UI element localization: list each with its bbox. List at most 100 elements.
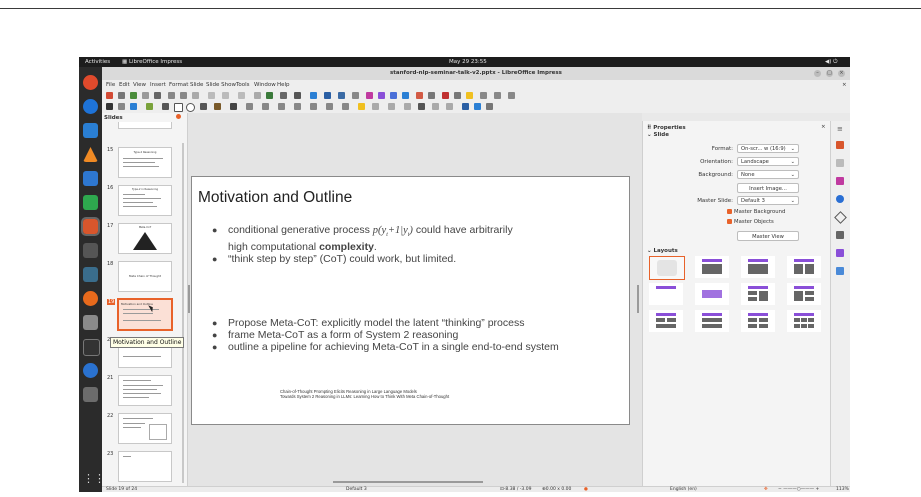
fontwork-icon[interactable] <box>338 92 345 99</box>
ellipse-icon[interactable] <box>186 103 195 112</box>
zoom-slider[interactable]: − ———○——— + <box>778 487 819 492</box>
shapes-tab-icon[interactable] <box>836 267 844 275</box>
trash-icon[interactable] <box>83 387 98 402</box>
rectangle-icon[interactable] <box>174 103 183 112</box>
system-tray-icons[interactable]: ◀) ⏻ <box>825 59 837 66</box>
hyperlink-icon[interactable] <box>454 92 461 99</box>
shape-icon[interactable] <box>480 92 487 99</box>
blender-icon[interactable] <box>83 291 98 306</box>
stars-icon[interactable] <box>326 103 333 110</box>
slide-19[interactable]: Motivation and Outline conditional gener… <box>191 176 630 425</box>
menu-slideshow[interactable]: Slide Show <box>206 82 236 88</box>
insert-image-button[interactable]: Insert Image... <box>737 183 799 193</box>
impress-icon[interactable] <box>81 217 100 236</box>
interaction-icon[interactable] <box>474 103 481 110</box>
layout-title-2-content[interactable] <box>787 256 821 278</box>
flowchart-icon[interactable] <box>294 103 301 110</box>
activities-button[interactable]: Activities <box>85 59 110 65</box>
vlc-icon[interactable] <box>83 147 98 162</box>
menu-tools[interactable]: Tools <box>236 82 250 88</box>
slide-layout-icon[interactable] <box>402 92 409 99</box>
master-slides-tab-icon[interactable] <box>834 211 847 224</box>
menu-edit[interactable]: Edit <box>119 82 130 88</box>
left-resize-handle[interactable] <box>188 285 190 313</box>
gallery-tab-icon[interactable] <box>836 231 844 239</box>
layout-blank[interactable] <box>649 256 685 280</box>
connector-icon[interactable] <box>230 103 237 110</box>
image-viewer-icon[interactable] <box>83 267 98 282</box>
master-name[interactable]: Default 3 <box>346 487 367 492</box>
layout-title-only[interactable] <box>649 283 683 305</box>
background-select[interactable]: None ⌄ <box>737 170 799 179</box>
slide-thumb-23[interactable] <box>118 451 172 482</box>
textbox-icon[interactable] <box>324 92 331 99</box>
spellcheck-icon[interactable] <box>266 92 273 99</box>
layout-title-slide[interactable] <box>695 256 729 278</box>
slide-thumb-16[interactable]: Type-2 in Reasoning <box>118 185 172 216</box>
distribute-icon[interactable] <box>404 103 411 110</box>
crop-icon[interactable] <box>432 103 439 110</box>
slide-thumb-15[interactable]: Type-2 Reasoning <box>118 147 172 178</box>
master-slide-select[interactable]: Default 3 ⌄ <box>737 196 799 205</box>
duplicate-slide-icon[interactable] <box>390 92 397 99</box>
open-icon[interactable] <box>118 92 125 99</box>
layouts-section-header[interactable]: ⌄ Layouts <box>647 248 678 254</box>
animation-icon[interactable] <box>486 103 493 110</box>
new-icon[interactable] <box>106 92 113 99</box>
align-icon[interactable] <box>372 103 379 110</box>
layout-title-content[interactable] <box>741 256 775 278</box>
zoom-level[interactable]: 113% <box>836 487 849 492</box>
arrow-icon[interactable] <box>200 103 207 110</box>
sidebar-menu-icon[interactable]: ≡ <box>837 125 843 133</box>
slide-title[interactable]: Motivation and Outline <box>198 189 352 207</box>
slide-thumb-partial[interactable] <box>118 122 172 129</box>
bullets-top[interactable]: conditional generative process p(yt+1|yt… <box>212 224 622 265</box>
master-view-button[interactable]: Master View <box>737 231 799 241</box>
master-objects-checkbox[interactable]: Master Objects <box>727 219 774 225</box>
horizontal-scrollbar[interactable] <box>333 481 483 483</box>
menu-format[interactable]: Format <box>169 82 188 88</box>
help-icon[interactable] <box>83 363 98 378</box>
3d-objects-icon[interactable] <box>342 103 349 110</box>
start-slideshow-icon[interactable] <box>366 92 373 99</box>
reference-2[interactable]: Towards System 2 Reasoning in LLMs: Lear… <box>280 394 580 399</box>
line-icon[interactable] <box>162 103 169 110</box>
animation-tab-icon[interactable] <box>836 195 844 203</box>
menu-help[interactable]: Help <box>277 82 290 88</box>
layout-title-2-content-and-content[interactable] <box>741 283 775 305</box>
minimize-button[interactable]: – <box>814 70 821 77</box>
slide-thumb-17[interactable]: Meta-CoT <box>118 223 172 254</box>
gimp-icon[interactable] <box>83 243 98 258</box>
new-slide-icon[interactable] <box>378 92 385 99</box>
display-grid-icon[interactable] <box>352 92 359 99</box>
callouts-icon[interactable] <box>310 103 317 110</box>
show-apps-icon[interactable]: ⋮⋮ <box>83 471 105 486</box>
undo-icon[interactable] <box>222 92 229 99</box>
find-icon[interactable] <box>254 92 261 99</box>
menu-slide[interactable]: Slide <box>190 82 203 88</box>
layout-title-6-content[interactable] <box>787 310 821 332</box>
app-menu[interactable]: ▦ LibreOffice Impress <box>122 59 182 65</box>
master-background-checkbox[interactable]: Master Background <box>727 209 785 215</box>
export-pdf-icon[interactable] <box>142 92 149 99</box>
close-button[interactable]: × <box>838 70 845 77</box>
slide-thumb-19-selected[interactable]: Motivation and Outline <box>117 298 173 331</box>
callout-icon[interactable] <box>494 92 501 99</box>
slide-transition-tab-icon[interactable] <box>836 177 844 185</box>
format-select[interactable]: On-scr... w (16:9) ⌄ <box>737 144 799 153</box>
curve-icon[interactable] <box>214 103 221 110</box>
block-arrows-icon[interactable] <box>278 103 285 110</box>
font-color-icon[interactable] <box>442 92 449 99</box>
files-icon[interactable] <box>83 315 98 330</box>
menu-window[interactable]: Window <box>254 82 276 88</box>
chrome-icon[interactable] <box>83 75 98 90</box>
insert-special-icon[interactable] <box>416 92 423 99</box>
comment-icon[interactable] <box>508 92 515 99</box>
orientation-select[interactable]: Landscape ⌄ <box>737 157 799 166</box>
writer-icon[interactable] <box>83 171 98 186</box>
terminal-icon[interactable] <box>83 339 100 356</box>
layout-title-content-over-content[interactable] <box>695 310 729 332</box>
select-icon[interactable] <box>106 103 113 110</box>
basic-shapes-icon[interactable] <box>246 103 253 110</box>
menu-view[interactable]: View <box>133 82 146 88</box>
